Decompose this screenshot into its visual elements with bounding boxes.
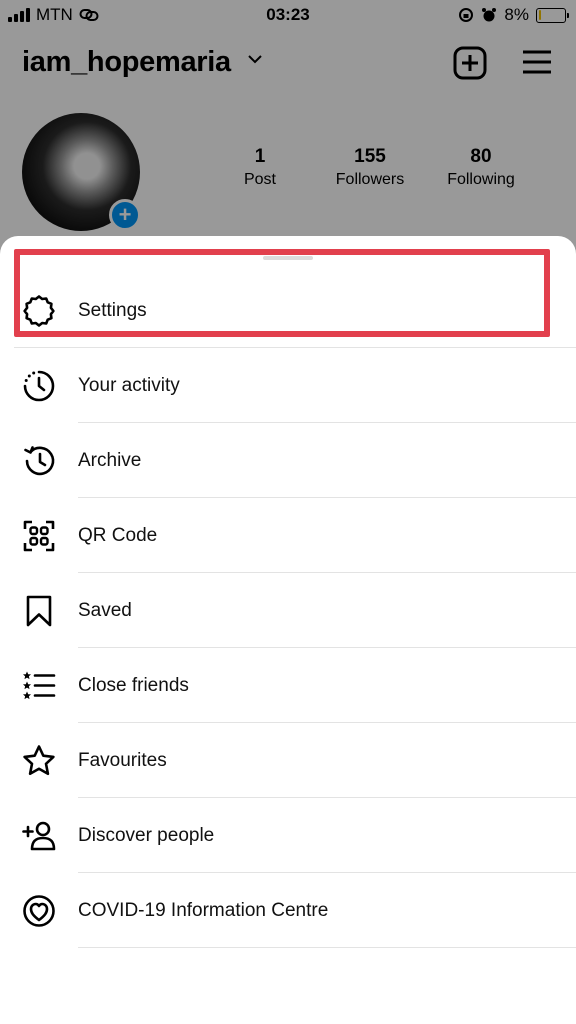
menu-item-favourites[interactable]: Favourites bbox=[0, 723, 576, 798]
menu-list: Settings Your activity Archive QR Code S… bbox=[0, 273, 576, 948]
menu-item-label: Close friends bbox=[78, 674, 189, 696]
menu-item-saved[interactable]: Saved bbox=[0, 573, 576, 648]
menu-item-your-activity[interactable]: Your activity bbox=[0, 348, 576, 423]
menu-item-settings[interactable]: Settings bbox=[0, 273, 576, 348]
menu-item-label: Saved bbox=[78, 599, 132, 621]
menu-item-covid-info[interactable]: COVID-19 Information Centre bbox=[0, 873, 576, 948]
menu-item-label: Your activity bbox=[78, 374, 180, 396]
divider bbox=[78, 947, 576, 948]
menu-item-label: Favourites bbox=[78, 749, 167, 771]
menu-item-close-friends[interactable]: Close friends bbox=[0, 648, 576, 723]
bookmark-icon bbox=[22, 594, 56, 628]
gear-icon bbox=[22, 294, 56, 328]
menu-item-label: Archive bbox=[78, 449, 142, 471]
add-person-icon bbox=[22, 819, 56, 853]
menu-sheet: Settings Your activity Archive QR Code S… bbox=[0, 236, 576, 1024]
sheet-grabber[interactable] bbox=[263, 256, 313, 260]
covid-info-icon bbox=[22, 894, 56, 928]
menu-item-label: Settings bbox=[78, 299, 147, 321]
qr-code-icon bbox=[22, 519, 56, 553]
menu-item-label: Discover people bbox=[78, 824, 215, 846]
menu-item-label: QR Code bbox=[78, 524, 158, 546]
activity-icon bbox=[22, 369, 56, 403]
menu-item-discover-people[interactable]: Discover people bbox=[0, 798, 576, 873]
menu-item-label: COVID-19 Information Centre bbox=[78, 899, 329, 921]
menu-item-qr-code[interactable]: QR Code bbox=[0, 498, 576, 573]
menu-item-archive[interactable]: Archive bbox=[0, 423, 576, 498]
star-icon bbox=[22, 744, 56, 778]
close-friends-icon bbox=[22, 669, 56, 703]
archive-icon bbox=[22, 444, 56, 478]
